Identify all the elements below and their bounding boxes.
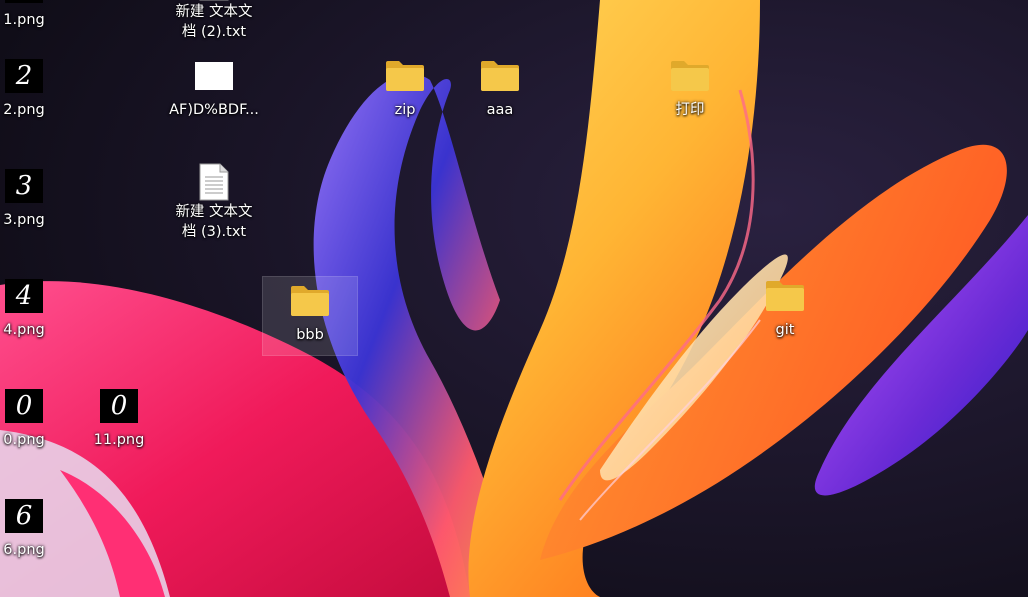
- desktop-icon-新建-文本文-档-2-txt[interactable]: 新建 文本文 档 (2).txt: [166, 0, 262, 42]
- thumbnail-digit: 6: [5, 499, 43, 533]
- desktop-icon-1-png[interactable]: 1 1.png: [0, 0, 72, 42]
- image-thumbnail-icon: 2: [0, 52, 48, 100]
- desktop-icon-6-png[interactable]: 6 6.png: [0, 492, 72, 572]
- desktop-icon-打印[interactable]: 打印: [642, 52, 738, 132]
- desktop-icon-0-png[interactable]: 0 0.png: [0, 382, 72, 462]
- desktop-icon-2-png[interactable]: 2 2.png: [0, 52, 72, 132]
- desktop-icon-label: 新建 文本文 档 (2).txt: [175, 4, 253, 40]
- desktop-icon-bbb[interactable]: bbb: [262, 276, 358, 356]
- desktop-icon-4-png[interactable]: 4 4.png: [0, 272, 72, 352]
- desktop-icon-11-png[interactable]: 0 11.png: [71, 382, 167, 462]
- desktop-icon-label: bbb: [296, 327, 324, 343]
- desktop-icon-label: git: [775, 322, 795, 338]
- thumbnail-digit: 3: [5, 169, 43, 203]
- folder-icon: [381, 52, 429, 100]
- image-thumbnail-icon: 0: [95, 382, 143, 430]
- image-thumbnail-icon: 6: [0, 492, 48, 540]
- desktop-icon-label: 4.png: [3, 322, 45, 338]
- image-thumbnail-icon: 0: [0, 382, 48, 430]
- desktop[interactable]: 1 1.png 2 2.png 3 3.png 4 4.png 0 0.png 6 6.png 新建 文…: [0, 0, 1028, 597]
- desktop-icon-label: aaa: [486, 102, 514, 118]
- desktop-icon-label: 打印: [675, 102, 705, 118]
- thumbnail-digit: 2: [5, 59, 43, 93]
- desktop-icon-label: AF)D%BDF...: [169, 102, 259, 118]
- desktop-icon-3-png[interactable]: 3 3.png: [0, 162, 72, 242]
- folder-icon: [286, 277, 334, 325]
- desktop-icon-aaa[interactable]: aaa: [452, 52, 548, 132]
- desktop-icon-af-d-bdf[interactable]: AF)D%BDF...: [166, 52, 262, 132]
- folder-icon: [666, 52, 714, 100]
- desktop-icon-新建-文本文-档-3-txt[interactable]: 新建 文本文 档 (3).txt: [166, 162, 262, 242]
- text-file-icon: [190, 162, 238, 202]
- desktop-icon-label: 11.png: [93, 432, 145, 448]
- desktop-icon-label: zip: [394, 102, 416, 118]
- folder-icon: [476, 52, 524, 100]
- thumbnail-digit: 0: [100, 389, 138, 423]
- desktop-icon-label: 2.png: [3, 102, 45, 118]
- thumbnail-digit: 0: [5, 389, 43, 423]
- image-thumbnail-icon: [190, 52, 238, 100]
- thumbnail-digit: 1: [5, 0, 43, 3]
- desktop-icon-label: 新建 文本文 档 (3).txt: [175, 204, 253, 240]
- folder-icon: [761, 272, 809, 320]
- image-thumbnail-icon: 1: [0, 0, 48, 10]
- desktop-icon-zip[interactable]: zip: [357, 52, 453, 132]
- image-thumbnail-icon: 4: [0, 272, 48, 320]
- desktop-icon-git[interactable]: git: [737, 272, 833, 352]
- desktop-icon-label: 3.png: [3, 212, 45, 228]
- image-thumbnail-icon: 3: [0, 162, 48, 210]
- desktop-icon-label: 6.png: [3, 542, 45, 558]
- desktop-icon-label: 1.png: [3, 12, 45, 28]
- thumbnail-digit: 4: [5, 279, 43, 313]
- desktop-icon-label: 0.png: [3, 432, 45, 448]
